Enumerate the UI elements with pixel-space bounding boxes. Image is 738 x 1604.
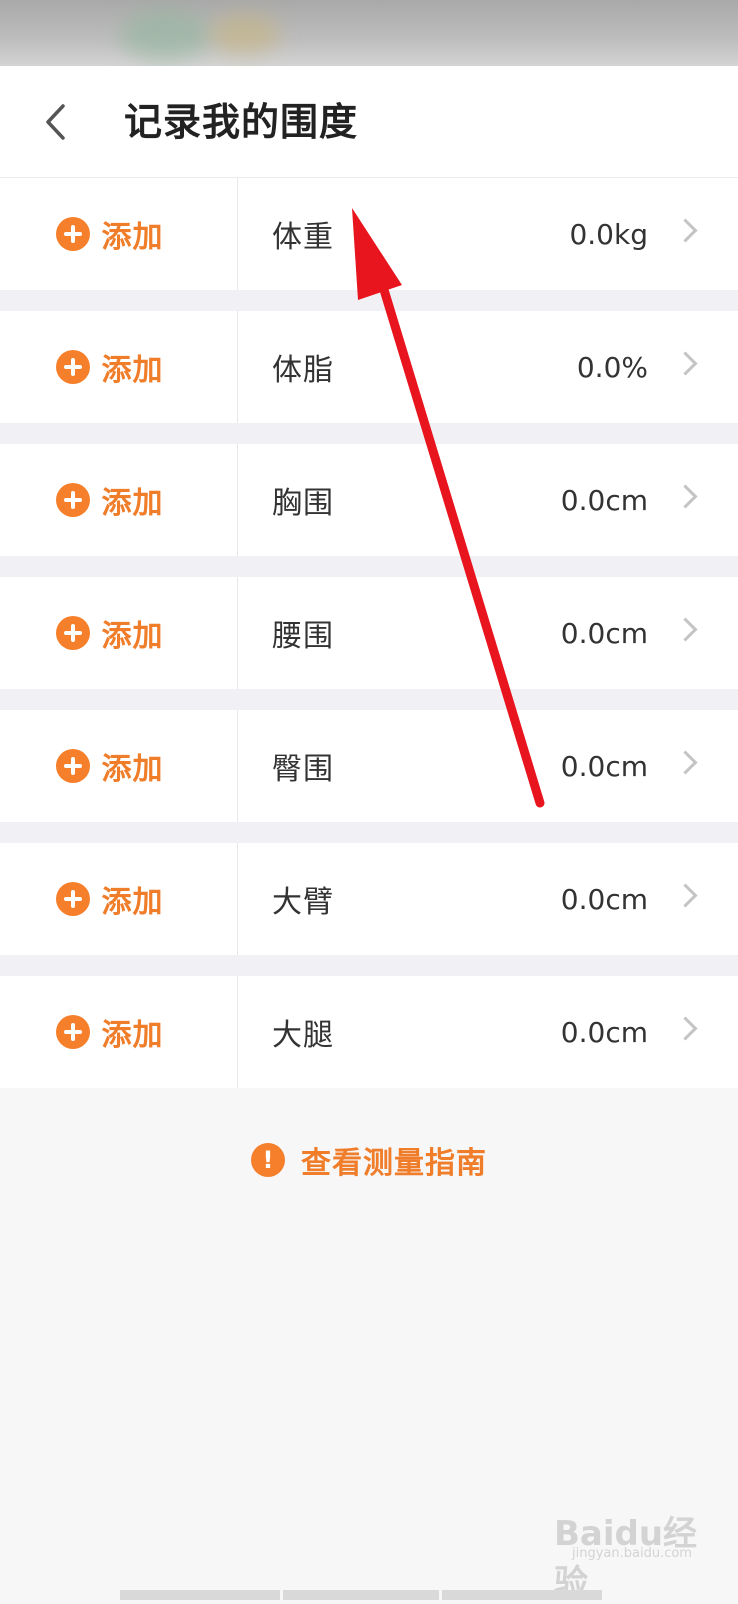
measurement-name: 腰围 xyxy=(272,619,334,654)
add-upper-arm-button[interactable]: 添加 xyxy=(0,843,238,955)
chevron-right-icon xyxy=(673,883,698,908)
plus-circle-icon xyxy=(55,616,90,650)
chevron-right-icon xyxy=(673,218,698,243)
measurement-value: 0.0cm xyxy=(560,616,648,650)
watermark: Baidu经验 jingyan.baidu.com xyxy=(550,1500,720,1603)
measurement-row-weight: 添加 体重 0.0kg xyxy=(0,178,738,290)
measurement-cell-thigh[interactable]: 大腿 0.0cm xyxy=(238,976,738,1088)
measurement-guide-link[interactable]: ! 查看测量指南 xyxy=(0,1130,738,1190)
add-label: 添加 xyxy=(101,885,164,920)
measurement-list: 添加 体重 0.0kg 添加 体脂 0.0% 添加 胸围 0.0cm 添加 腰围… xyxy=(0,178,738,1088)
measurement-row-body-fat: 添加 体脂 0.0% xyxy=(0,311,738,423)
measurement-value: 0.0% xyxy=(576,350,648,384)
add-chest-button[interactable]: 添加 xyxy=(0,444,238,556)
plus-circle-icon xyxy=(55,483,90,517)
measurement-cell-waist[interactable]: 腰围 0.0cm xyxy=(238,577,738,689)
measurement-value: 0.0cm xyxy=(560,749,648,783)
row-divider xyxy=(0,423,738,444)
chevron-right-icon xyxy=(673,617,698,642)
measurement-row-thigh: 添加 大腿 0.0cm xyxy=(0,976,738,1088)
row-divider xyxy=(0,955,738,976)
plus-circle-icon xyxy=(55,217,90,251)
measurement-name: 大臂 xyxy=(272,885,334,920)
guide-label: 查看测量指南 xyxy=(301,1146,487,1181)
plus-circle-icon xyxy=(55,1015,90,1049)
back-button[interactable] xyxy=(30,92,82,152)
page-title: 记录我的围度 xyxy=(124,100,359,144)
add-waist-button[interactable]: 添加 xyxy=(0,577,238,689)
exclamation-circle-icon: ! xyxy=(251,1143,285,1177)
measurement-row-upper-arm: 添加 大臂 0.0cm xyxy=(0,843,738,955)
measurement-value: 0.0cm xyxy=(560,882,648,916)
nav-bar: 记录我的围度 xyxy=(0,66,738,178)
plus-circle-icon xyxy=(55,350,90,384)
watermark-subtext: jingyan.baidu.com xyxy=(572,1546,692,1561)
measurement-name: 胸围 xyxy=(272,486,334,521)
measurement-name: 大腿 xyxy=(272,1018,334,1053)
measurement-name: 体重 xyxy=(272,220,334,255)
bottom-handle xyxy=(442,1590,602,1600)
bottom-handle xyxy=(283,1590,439,1600)
measurement-value: 0.0cm xyxy=(560,1015,648,1049)
add-thigh-button[interactable]: 添加 xyxy=(0,976,238,1088)
chevron-right-icon xyxy=(673,351,698,376)
add-label: 添加 xyxy=(101,220,164,255)
add-label: 添加 xyxy=(101,619,164,654)
measurement-cell-hip[interactable]: 臀围 0.0cm xyxy=(238,710,738,822)
row-divider xyxy=(0,822,738,843)
chevron-right-icon xyxy=(673,484,698,509)
measurement-cell-chest[interactable]: 胸围 0.0cm xyxy=(238,444,738,556)
add-label: 添加 xyxy=(101,752,164,787)
add-body-fat-button[interactable]: 添加 xyxy=(0,311,238,423)
plus-circle-icon xyxy=(55,749,90,783)
add-label: 添加 xyxy=(101,486,164,521)
add-hip-button[interactable]: 添加 xyxy=(0,710,238,822)
measurement-row-hip: 添加 臀围 0.0cm xyxy=(0,710,738,822)
measurement-name: 体脂 xyxy=(272,353,334,388)
measurement-value: 0.0kg xyxy=(569,217,648,251)
measurement-cell-upper-arm[interactable]: 大臂 0.0cm xyxy=(238,843,738,955)
status-bar xyxy=(0,0,738,66)
row-divider xyxy=(0,689,738,710)
add-label: 添加 xyxy=(101,1018,164,1053)
measurement-cell-weight[interactable]: 体重 0.0kg xyxy=(238,178,738,290)
add-label: 添加 xyxy=(101,353,164,388)
row-divider xyxy=(0,290,738,311)
measurement-row-chest: 添加 胸围 0.0cm xyxy=(0,444,738,556)
bottom-handle xyxy=(120,1590,280,1600)
measurement-value: 0.0cm xyxy=(560,483,648,517)
row-divider xyxy=(0,556,738,577)
plus-circle-icon xyxy=(55,882,90,916)
add-weight-button[interactable]: 添加 xyxy=(0,178,238,290)
measurement-cell-body-fat[interactable]: 体脂 0.0% xyxy=(238,311,738,423)
chevron-right-icon xyxy=(673,750,698,775)
measurement-name: 臀围 xyxy=(272,752,334,787)
measurement-row-waist: 添加 腰围 0.0cm xyxy=(0,577,738,689)
chevron-left-icon xyxy=(46,104,65,140)
chevron-right-icon xyxy=(673,1016,698,1041)
